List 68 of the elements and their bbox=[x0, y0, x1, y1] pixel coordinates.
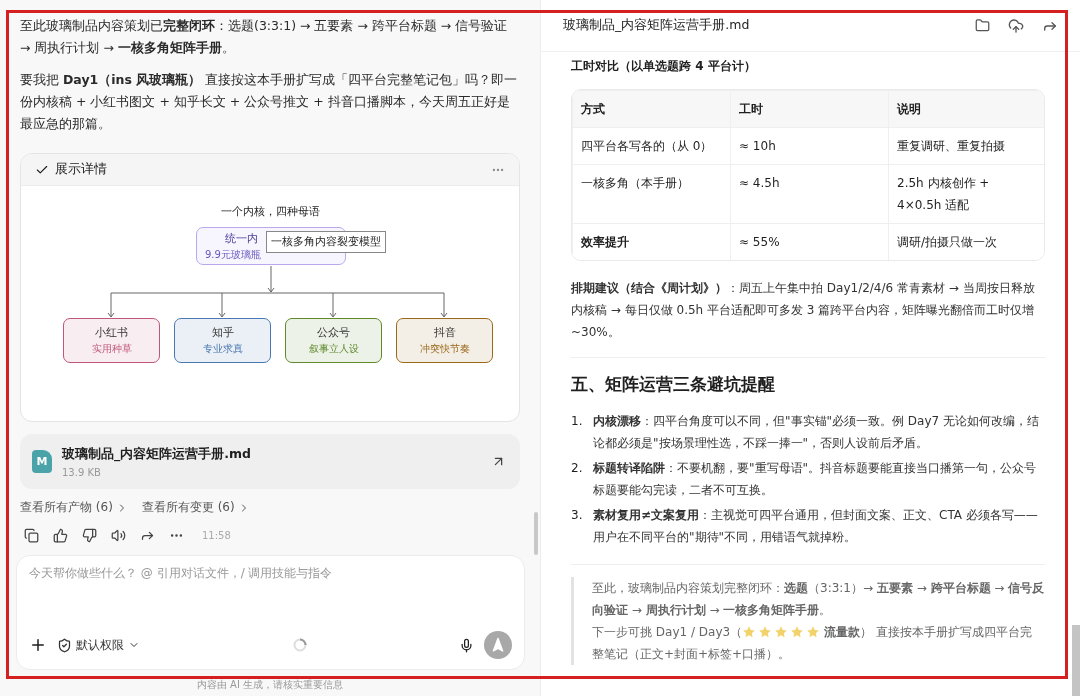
scrollbar-thumb[interactable] bbox=[1072, 625, 1080, 696]
table-cell: 四平台各写各的（从 0） bbox=[572, 127, 730, 164]
star-icon bbox=[758, 625, 773, 639]
list-item-text: 内核漂移：四平台角度可以不同，但"事实锚"必须一致。例 Day7 无论如何改编，结论都必须是"按场景理性选，不踩一捧一"，否则人设前后矛盾。 bbox=[593, 413, 1040, 452]
upload-icon[interactable] bbox=[1008, 17, 1024, 34]
node-title: 小红书 bbox=[95, 325, 128, 340]
message-time: 11:58 bbox=[202, 530, 231, 541]
markdown-file-icon: M bbox=[32, 450, 52, 473]
schedule-paragraph: 排期建议（结合《周计划》）：周五上午集中拍 Day1/2/4/6 常青素材 → 当周按日释放内核稿 → 每日仅做 0.5h 平台适配即可多发 3 篇跨平台内容，矩阵曝光翻倍而工时仅增 ~30%。 bbox=[571, 280, 1036, 341]
node-subtitle: 9.9元玻璃瓶 bbox=[205, 247, 261, 262]
table-cell: 重复调研、重复拍摄 bbox=[888, 127, 1044, 164]
file-name: 玻璃制品_内容矩阵运营手册.md bbox=[62, 445, 252, 463]
message-paragraph: 至此玻璃制品内容策划已完整闭环：选题(3:3:1) → 五要素 → 跨平台标题 → 信号验证 → 周执行计划 → 一核多角矩阵手册。 bbox=[20, 17, 509, 57]
table-cell: ≈ 55% bbox=[730, 223, 888, 260]
view-all-link[interactable]: 查看所有产物 (6) bbox=[20, 499, 128, 516]
table-cell: 效率提升 bbox=[572, 223, 730, 260]
file-size: 13.9 KB bbox=[62, 466, 102, 478]
quote-text: 流量款） 直接按本手册扩写成四平台完 bbox=[824, 624, 1032, 641]
node-title: 抖音 bbox=[433, 325, 456, 340]
table-cell: ≈ 4.5h bbox=[730, 164, 888, 223]
card-title: 展示详情 bbox=[55, 161, 108, 178]
table-cell: ≈ 10h bbox=[730, 127, 888, 164]
tooltip: 一核多角内容裂变模型 bbox=[266, 231, 386, 253]
table-cell: 调研/拍摄只做一次 bbox=[888, 223, 1044, 260]
folder-icon[interactable] bbox=[975, 18, 990, 33]
document-title: 玻璃制品_内容矩阵运营手册.md bbox=[563, 17, 751, 34]
quote-text: 至此，玻璃制品内容策划完整闭环：选题（3:3:1）→ 五要素 → 跨平台标题 → 信号反向验证 → 周执行计划 → 一核多角矩阵手册。 bbox=[592, 580, 1045, 619]
file-card[interactable]: M 玻璃制品_内容矩阵运营手册.md 13.9 KB bbox=[20, 434, 520, 489]
column-header: 说明 bbox=[888, 90, 1044, 127]
shield-check-icon[interactable] bbox=[57, 637, 72, 653]
list-item-text: 素材复用≠文案复用：主视觉可四平台通用，但封面文案、正文、CTA 必须各写——用户在不同平台的"期待"不同，用错语气就掉粉。 bbox=[593, 507, 1039, 546]
node-subtitle: 叙事立人设 bbox=[308, 342, 359, 356]
star-icon bbox=[774, 625, 789, 639]
table-caption: 工时对比（以单选题跨 4 平台计） bbox=[571, 58, 757, 75]
node-title: 统一内 bbox=[225, 230, 258, 246]
column-header: 工时 bbox=[730, 90, 888, 127]
microphone-icon[interactable] bbox=[459, 637, 474, 653]
star-icon bbox=[790, 625, 805, 639]
copy-icon[interactable] bbox=[24, 528, 39, 543]
list-number: 3. bbox=[571, 507, 583, 524]
loading-spinner-icon bbox=[292, 638, 307, 652]
scrollbar-thumb[interactable] bbox=[534, 512, 538, 555]
section-heading: 五、矩阵运营三条避坑提醒 bbox=[571, 374, 776, 396]
diagram-title: 一个内核，四种母语 bbox=[219, 204, 321, 219]
node-subtitle: 专业求真 bbox=[202, 342, 243, 356]
star-icon bbox=[806, 625, 821, 639]
node-title: 公众号 bbox=[317, 325, 350, 340]
thumbs-down-icon[interactable] bbox=[82, 528, 97, 543]
list-item-text: 标题转译陷阱：不要机翻，要"重写母语"。抖音标题要能直接当口播第一句，公众号标题要能勾完读，二者不可互换。 bbox=[593, 460, 1038, 499]
disclaimer: 内容由 AI 生成，请核实重要信息 bbox=[195, 678, 345, 692]
quote-text: 整笔记（正文+封面+标签+口播）。 bbox=[592, 646, 792, 663]
speaker-icon[interactable] bbox=[111, 528, 126, 543]
message-paragraph: 要我把 Day1（ins 风玻璃瓶） 直接按这本手册扩写成「四平台完整笔记包」吗？即一份内核稿 + 小红书图文 + 知乎长文 + 公众号推文 + 抖音口播脚本，今天周五正好是最应急的那篇。 bbox=[20, 71, 519, 133]
table-cell: 一核多角（本手册） bbox=[572, 164, 730, 223]
list-number: 2. bbox=[571, 460, 583, 477]
view-all-link[interactable]: 查看所有变更 (6) bbox=[141, 499, 250, 516]
table-cell: 2.5h 内核创作 + 4×0.5h 适配 bbox=[888, 164, 1044, 223]
permission-selector[interactable]: 默认权限 bbox=[57, 636, 140, 654]
quote-text: 下一步可挑 Day1 / Day3（ bbox=[592, 624, 743, 641]
star-icon bbox=[742, 625, 757, 639]
node-subtitle: 实用种草 bbox=[91, 342, 132, 356]
list-number: 1. bbox=[571, 413, 583, 430]
node-title: 知乎 bbox=[211, 325, 234, 340]
message-input[interactable]: 今天帮你做些什么？ @ 引用对话文件，/ 调用技能与指令 bbox=[29, 566, 512, 580]
column-header: 方式 bbox=[572, 90, 730, 127]
thumbs-up-icon[interactable] bbox=[53, 528, 68, 543]
node-subtitle: 冲突快节奏 bbox=[419, 342, 470, 356]
add-icon[interactable] bbox=[29, 636, 47, 654]
